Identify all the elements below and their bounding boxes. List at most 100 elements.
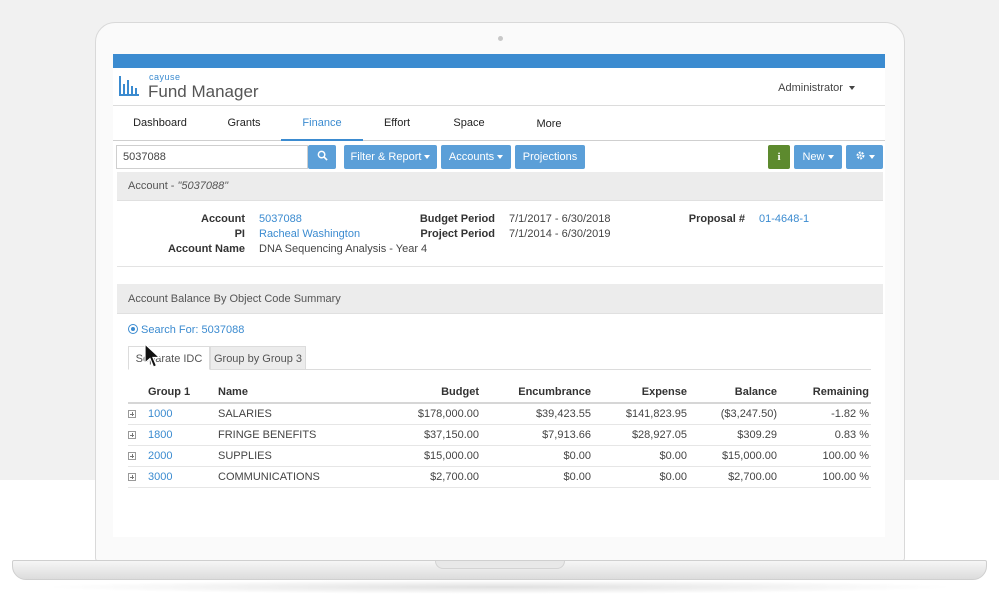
search-button[interactable] xyxy=(308,145,336,169)
row-budget: $15,000.00 xyxy=(368,445,481,467)
bar-chart-logo-icon xyxy=(119,76,139,96)
column-header-name[interactable]: Name xyxy=(218,381,368,404)
filter-report-button[interactable]: Filter & Report xyxy=(344,145,437,169)
row-budget: $178,000.00 xyxy=(368,403,481,425)
tab-separate-idc[interactable]: Separate IDC xyxy=(128,346,210,370)
column-header-encumbrance[interactable]: Encumbrance xyxy=(481,381,593,404)
budget-period-label: Budget Period xyxy=(419,213,495,225)
pi-label: PI xyxy=(234,228,245,240)
balance-table: Group 1 Name Budget Encumbrance Expense … xyxy=(128,381,871,488)
nav-dashboard[interactable]: Dashboard xyxy=(125,106,195,141)
proposal-label: Proposal # xyxy=(688,213,745,225)
account-label: Account xyxy=(201,213,245,225)
account-panel-body: Account 5037088 PI Racheal Washington Ac… xyxy=(117,201,883,267)
column-header-balance[interactable]: Balance xyxy=(689,381,779,404)
project-period-value: 7/1/2014 - 6/30/2019 xyxy=(509,228,611,240)
circle-arrow-icon xyxy=(128,324,138,334)
row-remaining: -1.82 % xyxy=(779,403,871,425)
table-row: 3000 COMMUNICATIONS $2,700.00 $0.00 $0.0… xyxy=(128,466,871,488)
toolbar: Filter & Report Accounts Projections i N… xyxy=(113,141,885,171)
accounts-label: Accounts xyxy=(448,151,495,163)
column-header-group1[interactable]: Group 1 xyxy=(148,381,218,404)
account-name-label: Account Name xyxy=(167,243,245,255)
expand-plus-icon[interactable] xyxy=(128,472,136,481)
chevron-down-icon xyxy=(827,155,834,159)
filter-report-label: Filter & Report xyxy=(350,151,422,163)
row-name: SUPPLIES xyxy=(218,445,368,467)
chevron-down-icon xyxy=(497,155,504,159)
accounts-button[interactable]: Accounts xyxy=(441,145,511,169)
expand-plus-icon[interactable] xyxy=(128,409,136,418)
account-panel-header: Account - "5037088" xyxy=(117,172,883,201)
group-code-link[interactable]: 1800 xyxy=(148,429,172,441)
nav-effort[interactable]: Effort xyxy=(371,106,423,141)
column-header-budget[interactable]: Budget xyxy=(368,381,481,404)
row-expense: $0.00 xyxy=(593,466,689,488)
laptop-base xyxy=(12,560,987,580)
account-title-prefix: Account - xyxy=(128,180,178,192)
row-name: SALARIES xyxy=(218,403,368,425)
info-button[interactable]: i xyxy=(768,145,790,169)
group-code-link[interactable]: 1000 xyxy=(148,408,172,420)
chevron-down-icon xyxy=(424,155,431,159)
search-icon xyxy=(317,150,328,161)
table-row: 2000 SUPPLIES $15,000.00 $0.00 $0.00 $15… xyxy=(128,445,871,467)
brand-company: cayuse xyxy=(149,72,181,82)
account-title-value: "5037088" xyxy=(177,180,229,192)
gear-icon xyxy=(856,151,864,160)
group-code-link[interactable]: 3000 xyxy=(148,471,172,483)
laptop-shadow xyxy=(40,580,960,594)
row-encumbrance: $39,423.55 xyxy=(481,403,593,425)
row-name: COMMUNICATIONS xyxy=(218,466,368,488)
app-screen: cayuse Fund Manager Administrator Dashbo… xyxy=(113,54,885,537)
column-header-remaining[interactable]: Remaining xyxy=(779,381,871,404)
account-search-input[interactable] xyxy=(116,145,308,169)
row-remaining: 100.00 % xyxy=(779,466,871,488)
column-header-expense[interactable]: Expense xyxy=(593,381,689,404)
user-menu[interactable]: Administrator xyxy=(778,82,855,94)
row-budget: $2,700.00 xyxy=(368,466,481,488)
camera-dot xyxy=(498,36,503,41)
user-menu-label: Administrator xyxy=(778,82,843,94)
proposal-value-link[interactable]: 01-4648-1 xyxy=(759,213,809,225)
table-row: 1800 FRINGE BENEFITS $37,150.00 $7,913.6… xyxy=(128,424,871,446)
nav-finance[interactable]: Finance xyxy=(281,106,363,141)
summary-panel-header: Account Balance By Object Code Summary xyxy=(117,284,883,314)
brand-product: Fund Manager xyxy=(148,82,259,101)
row-budget: $37,150.00 xyxy=(368,424,481,446)
budget-period-value: 7/1/2017 - 6/30/2018 xyxy=(509,213,611,225)
group-code-link[interactable]: 2000 xyxy=(148,450,172,462)
row-balance: $15,000.00 xyxy=(689,445,779,467)
row-balance: ($3,247.50) xyxy=(689,403,779,425)
projections-button[interactable]: Projections xyxy=(515,145,585,169)
row-encumbrance: $0.00 xyxy=(481,466,593,488)
row-remaining: 100.00 % xyxy=(779,445,871,467)
pi-value-link[interactable]: Racheal Washington xyxy=(259,228,360,240)
mouse-pointer-icon xyxy=(144,343,162,368)
nav-space[interactable]: Space xyxy=(443,106,495,141)
row-expense: $28,927.05 xyxy=(593,424,689,446)
expand-plus-icon[interactable] xyxy=(128,451,136,460)
settings-button[interactable] xyxy=(846,145,883,169)
row-encumbrance: $0.00 xyxy=(481,445,593,467)
row-balance: $2,700.00 xyxy=(689,466,779,488)
search-for-label: Search For: 5037088 xyxy=(141,324,245,336)
project-period-label: Project Period xyxy=(420,228,495,240)
main-nav: Dashboard Grants Finance Effort Space Mo… xyxy=(113,106,885,141)
new-label: New xyxy=(802,151,825,163)
row-remaining: 0.83 % xyxy=(779,424,871,446)
laptop-notch xyxy=(435,561,565,569)
top-accent-bar xyxy=(113,54,885,68)
new-button[interactable]: New xyxy=(794,145,842,169)
expand-plus-icon[interactable] xyxy=(128,430,136,439)
search-for-link[interactable]: Search For: 5037088 xyxy=(128,324,244,336)
row-encumbrance: $7,913.66 xyxy=(481,424,593,446)
table-header-row: Group 1 Name Budget Encumbrance Expense … xyxy=(128,381,871,404)
nav-grants[interactable]: Grants xyxy=(213,106,275,141)
nav-more[interactable]: More xyxy=(523,107,575,142)
row-balance: $309.29 xyxy=(689,424,779,446)
tab-group-by-group-3[interactable]: Group by Group 3 xyxy=(210,346,306,370)
account-value-link[interactable]: 5037088 xyxy=(259,213,302,225)
row-name: FRINGE BENEFITS xyxy=(218,424,368,446)
chevron-down-icon xyxy=(868,155,875,159)
